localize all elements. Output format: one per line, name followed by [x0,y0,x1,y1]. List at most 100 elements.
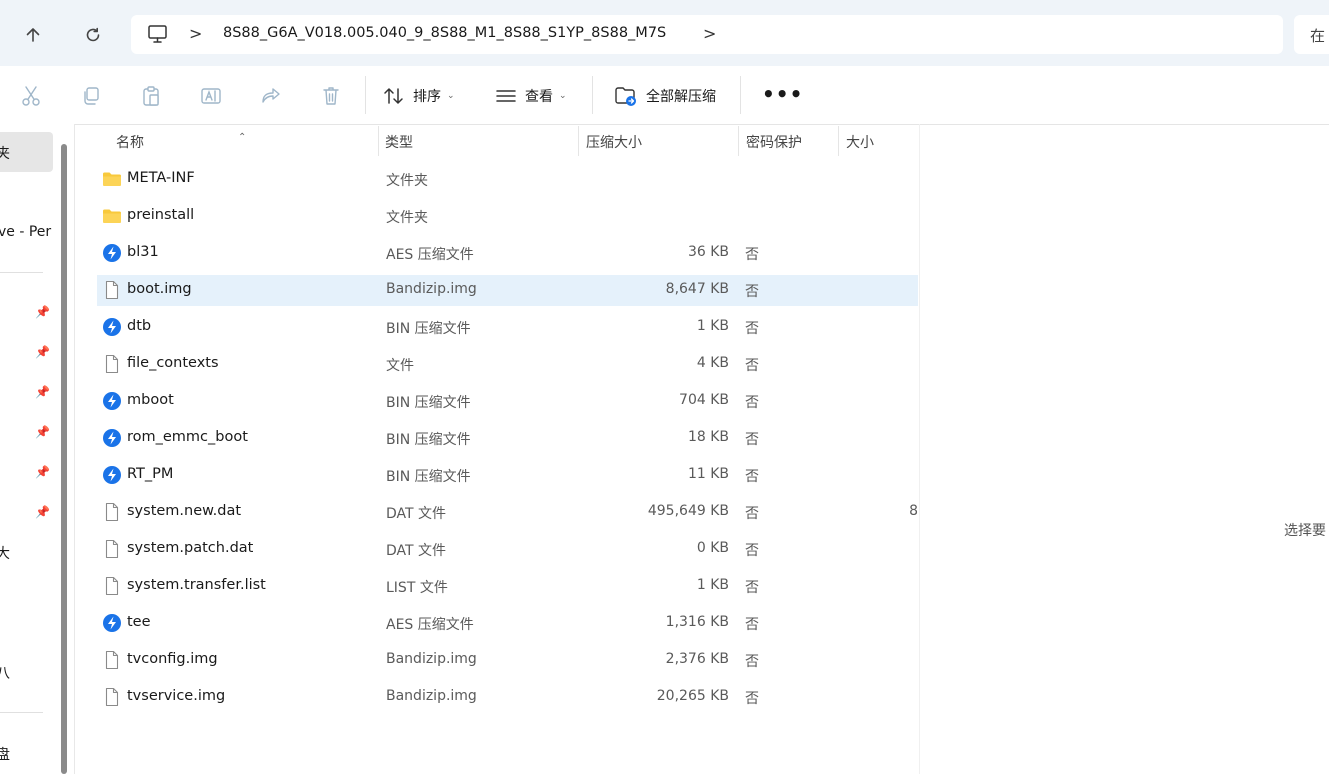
breadcrumb-separator-end[interactable]: > [703,24,716,43]
table-row[interactable]: bl31 AES 压缩文件 36 KB 否 [97,238,918,269]
sidebar-item-label[interactable]: 八 [0,663,10,683]
table-row[interactable]: mboot BIN 压缩文件 704 KB 否 [97,386,918,417]
command-bar: 排序 ⌄ 查看 ⌄ 全部解压缩 ••• [0,66,1329,125]
file-type: 文件 [386,358,414,374]
file-compressed-size: 495,649 KB [647,503,729,519]
column-separator[interactable] [738,126,739,156]
breadcrumb-current-folder[interactable]: 8S88_G6A_V018.005.040_9_8S88_M1_8S88_S1Y… [223,25,666,41]
search-input[interactable]: 在 [1294,15,1329,54]
extract-all-button[interactable]: 全部解压缩 [614,82,716,110]
file-type: 文件夹 [386,210,428,226]
more-options-button[interactable]: ••• [762,82,803,106]
breadcrumb-separator[interactable]: > [189,24,202,43]
details-pane-divider [919,124,920,774]
bandizip-icon [102,465,122,485]
table-row[interactable]: META-INF 文件夹 [97,164,918,195]
sort-label: 排序 [413,89,441,105]
file-compressed-size: 11 KB [687,466,729,482]
table-row[interactable]: RT_PM BIN 压缩文件 11 KB 否 [97,460,918,491]
file-password-protected: 否 [745,580,759,596]
cut-button[interactable] [20,85,42,107]
table-row[interactable]: boot.img Bandizip.img 8,647 KB 否 [97,275,918,306]
pin-icon: 📌 [35,305,50,319]
file-type: BIN 压缩文件 [386,321,471,337]
computer-icon [148,25,167,43]
delete-button[interactable] [320,85,342,107]
folder-icon [102,206,122,226]
table-row[interactable]: system.transfer.list LIST 文件 1 KB 否 [97,571,918,602]
navigation-pane: 夹 ve - Per 📌 📌 📌 📌 📌 📌 大 八 盘 [0,124,75,774]
column-header-size[interactable]: 大小 [846,132,874,152]
file-name: tee [127,614,151,630]
toolbar-divider [365,76,366,114]
file-name: preinstall [127,207,195,223]
sidebar-item-label[interactable]: 大 [0,543,10,563]
file-password-protected: 否 [745,543,759,559]
copy-icon [84,87,99,105]
sidebar-item-label[interactable]: 夹 [0,143,10,163]
chevron-down-icon: ⌄ [447,91,455,101]
file-type: AES 压缩文件 [386,617,474,633]
sidebar-scrollbar[interactable] [61,144,67,774]
table-row[interactable]: system.patch.dat DAT 文件 0 KB 否 [97,534,918,565]
file-name: bl31 [127,244,159,260]
address-field[interactable]: > 8S88_G6A_V018.005.040_9_8S88_M1_8S88_S… [131,15,1283,54]
scissors-icon [22,86,40,106]
up-button[interactable] [16,18,50,52]
sidebar-divider [0,272,43,273]
file-password-protected: 否 [745,654,759,670]
file-type: BIN 压缩文件 [386,395,471,411]
table-row[interactable]: rom_emmc_boot BIN 压缩文件 18 KB 否 [97,423,918,454]
file-icon [102,650,122,670]
file-compressed-size: 2,376 KB [665,651,729,667]
file-compressed-size: 1,316 KB [665,614,729,630]
share-icon [262,88,280,103]
column-header-name[interactable]: 名称 [116,132,144,152]
table-row[interactable]: system.new.dat DAT 文件 495,649 KB 否 8 [97,497,918,528]
column-separator[interactable] [838,126,839,156]
table-row[interactable]: tee AES 压缩文件 1,316 KB 否 [97,608,918,639]
file-original-size: 8 [909,503,918,519]
file-name: system.new.dat [127,503,242,519]
column-header-type[interactable]: 类型 [385,132,413,152]
column-separator[interactable] [378,126,379,156]
sort-button[interactable]: 排序 ⌄ [383,82,455,110]
column-header-compressed-size[interactable]: 压缩大小 [586,132,642,152]
bandizip-icon [102,613,122,633]
table-row[interactable]: file_contexts 文件 4 KB 否 [97,349,918,380]
toolbar-divider [740,76,741,114]
bandizip-icon [102,391,122,411]
file-compressed-size: 36 KB [687,244,729,260]
file-password-protected: 否 [745,358,759,374]
copy-button[interactable] [80,85,102,107]
file-list: 名称 ⌃ 类型 压缩大小 密码保护 大小 META-INF 文件夹 preinsta… [75,124,920,774]
table-row[interactable]: tvservice.img Bandizip.img 20,265 KB 否 [97,682,918,713]
pin-icon: 📌 [35,345,50,359]
column-header-password[interactable]: 密码保护 [746,132,802,152]
sort-ascending-icon: ⌃ [238,132,247,143]
file-type: DAT 文件 [386,506,447,522]
rename-button[interactable] [200,85,222,107]
table-row[interactable]: tvconfig.img Bandizip.img 2,376 KB 否 [97,645,918,676]
file-compressed-size: 1 KB [696,577,729,593]
file-name: META-INF [127,170,195,186]
table-row[interactable]: preinstall 文件夹 [97,201,918,232]
view-button[interactable]: 查看 ⌄ [495,82,567,110]
file-type: AES 压缩文件 [386,247,474,263]
sidebar-divider [0,712,43,713]
file-password-protected: 否 [745,469,759,485]
file-compressed-size: 704 KB [679,392,729,408]
file-password-protected: 否 [745,617,759,633]
file-name: RT_PM [127,466,174,482]
clipboard-icon [143,86,159,106]
file-compressed-size: 20,265 KB [656,688,729,704]
sidebar-item-drive[interactable]: 盘 [0,744,10,764]
file-type: Bandizip.img [386,651,477,667]
refresh-button[interactable] [76,18,110,52]
table-row[interactable]: dtb BIN 压缩文件 1 KB 否 [97,312,918,343]
refresh-icon [86,27,100,42]
sidebar-item-onedrive[interactable]: ve - Per [0,224,51,240]
paste-button[interactable] [140,85,162,107]
column-separator[interactable] [578,126,579,156]
share-button[interactable] [260,85,282,107]
